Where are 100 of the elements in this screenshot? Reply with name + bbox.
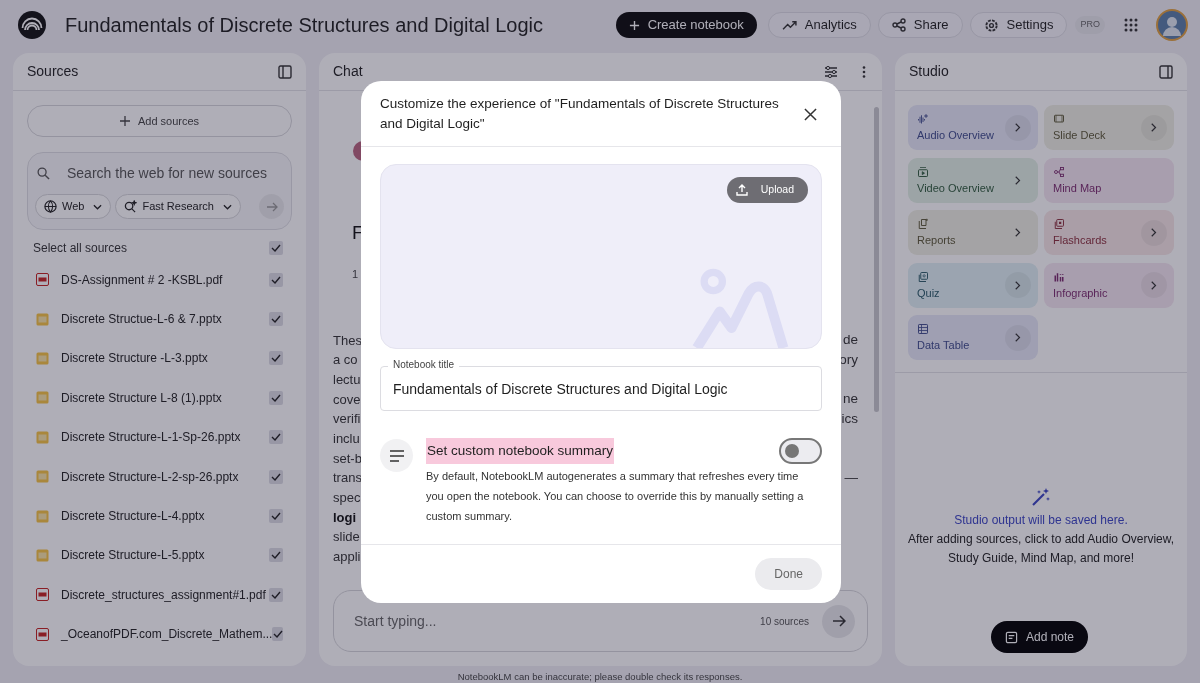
checkbox[interactable] xyxy=(269,509,283,524)
check-icon xyxy=(271,354,281,363)
settings-button[interactable]: Settings xyxy=(969,12,1068,38)
checkbox[interactable] xyxy=(269,272,283,287)
checkbox[interactable] xyxy=(269,548,283,563)
checkbox[interactable] xyxy=(272,627,283,642)
notebook-title: Fundamentals of Discrete Structures and Digital Logic xyxy=(65,13,543,38)
checkbox[interactable] xyxy=(269,241,283,255)
apps-grid-icon[interactable] xyxy=(1123,17,1139,33)
tile-label: Flashcards xyxy=(1053,234,1108,247)
source-item[interactable]: Discrete Structure L-8 (1).pptx xyxy=(61,388,269,407)
source-item[interactable]: DS-Assignment # 2 -KSBL.pdf xyxy=(61,270,269,289)
globe-icon xyxy=(44,200,57,213)
note-icon xyxy=(1005,630,1018,644)
studio-tile[interactable]: Slide Deck xyxy=(1044,105,1174,150)
source-item[interactable]: Discrete Structure-L-4.pptx xyxy=(61,507,269,526)
checkbox[interactable] xyxy=(269,587,283,602)
tile-label: Infographic xyxy=(1053,286,1109,300)
close-icon xyxy=(803,107,817,121)
tile-icon xyxy=(1053,218,1065,230)
checkbox[interactable] xyxy=(269,312,283,327)
body-text: — xyxy=(844,469,858,488)
studio-tile[interactable]: Flashcards xyxy=(1044,210,1174,255)
panel-title: Studio xyxy=(909,62,950,81)
body-text: logi xyxy=(333,508,357,527)
source-item[interactable]: Discrete Structure -L-3.pptx xyxy=(61,349,269,368)
app-logo-icon[interactable] xyxy=(18,11,46,39)
tile-icon xyxy=(917,270,929,283)
body-text: ne xyxy=(842,390,858,409)
pro-badge: PRO xyxy=(1075,16,1105,34)
upload-button[interactable]: Upload xyxy=(726,177,808,203)
analytics-button[interactable]: Analytics xyxy=(767,12,871,38)
panel-title: Sources xyxy=(27,62,80,81)
tile-icon xyxy=(917,218,929,230)
tile-icon xyxy=(1053,113,1065,125)
source-item[interactable]: Discrete Structure-L-2-sp-26.pptx xyxy=(61,467,269,486)
select-all-label: Select all sources xyxy=(33,240,129,257)
search-icon xyxy=(37,167,50,180)
share-button[interactable]: Share xyxy=(877,12,963,38)
tile-label: Data Table xyxy=(917,339,971,352)
toolbar-icons[interactable] xyxy=(824,64,868,79)
source-item[interactable]: _OceanofPDF.com_Discrete_Mathem... xyxy=(61,625,273,644)
send-button[interactable] xyxy=(822,604,855,638)
share-icon xyxy=(891,18,906,32)
disclaimer-text: NotebookLM can be inaccurate; please double check its responses. xyxy=(456,670,744,683)
scrollbar[interactable] xyxy=(874,107,879,412)
search-field[interactable]: Search the web for new sources xyxy=(67,163,277,184)
pdf-file-icon xyxy=(36,588,49,602)
dropdown-chip[interactable]: Fast Research xyxy=(115,194,241,219)
chevron-right-icon[interactable] xyxy=(1015,228,1021,237)
checkbox[interactable] xyxy=(269,469,283,484)
panel-title: Chat xyxy=(333,62,364,81)
source-item[interactable]: Discrete Structue-L-6 & 7.pptx xyxy=(61,310,269,329)
chevron-down-icon xyxy=(222,203,232,210)
studio-tile[interactable]: Reports xyxy=(908,210,1038,255)
checkbox[interactable] xyxy=(269,351,283,366)
check-icon xyxy=(271,393,281,402)
body-text: ics xyxy=(841,409,858,428)
collapse-panel-icon[interactable] xyxy=(1159,64,1173,79)
studio-tile[interactable]: Quiz xyxy=(908,262,1038,308)
checkbox[interactable] xyxy=(269,430,283,445)
slides-file-icon xyxy=(36,312,49,326)
body-text: de xyxy=(842,331,858,350)
studio-tile[interactable]: Data Table xyxy=(908,315,1038,360)
body-text: appli xyxy=(333,548,361,567)
slides-file-icon xyxy=(36,391,49,405)
body-text: verifi xyxy=(333,410,361,429)
tile-label: Mind Map xyxy=(1053,181,1103,195)
plus-icon xyxy=(119,116,130,126)
chevron-right-icon[interactable] xyxy=(1015,175,1021,185)
pdf-file-icon xyxy=(36,273,49,287)
studio-tile[interactable]: Video Overview xyxy=(908,157,1038,203)
body-text: spec xyxy=(333,489,361,508)
studio-tile[interactable]: Infographic xyxy=(1044,262,1174,308)
summary-heading: Set custom notebook summary xyxy=(426,438,615,465)
check-icon xyxy=(271,433,281,442)
check-icon xyxy=(271,472,281,481)
studio-tile[interactable]: Mind Map xyxy=(1044,157,1174,203)
add-note-button[interactable]: Add note xyxy=(991,621,1089,653)
studio-tile[interactable]: Audio Overview xyxy=(908,105,1038,150)
check-icon xyxy=(271,590,281,599)
create-notebook-button[interactable]: Create notebook xyxy=(615,12,757,38)
source-item[interactable]: Discrete Structure-L-1-Sp-26.pptx xyxy=(61,428,269,447)
summary-toggle[interactable] xyxy=(779,438,822,465)
checkbox[interactable] xyxy=(269,390,283,405)
meta-text: 1 xyxy=(351,267,359,282)
sparkle-search-icon xyxy=(124,200,138,213)
dropdown-chip[interactable]: Web xyxy=(35,194,112,219)
slides-file-icon xyxy=(36,351,49,365)
arrow-right-icon xyxy=(831,614,846,628)
empty-state-title: Studio output will be saved here. xyxy=(954,512,1128,529)
avatar-icon[interactable] xyxy=(1156,9,1188,41)
dialog-title: Customize the experience of "Fundamentals of Discrete Structures and Digital Logic" xyxy=(380,95,780,133)
collapse-panel-icon[interactable] xyxy=(278,64,292,79)
source-item[interactable]: Discrete_structures_assignment#1.pdf xyxy=(61,585,269,604)
message-field[interactable]: Start typing... xyxy=(354,610,761,632)
slides-file-icon xyxy=(36,430,49,444)
check-icon xyxy=(271,551,281,560)
source-item[interactable]: Discrete Structure-L-5.pptx xyxy=(61,546,269,565)
slides-file-icon xyxy=(36,548,49,562)
